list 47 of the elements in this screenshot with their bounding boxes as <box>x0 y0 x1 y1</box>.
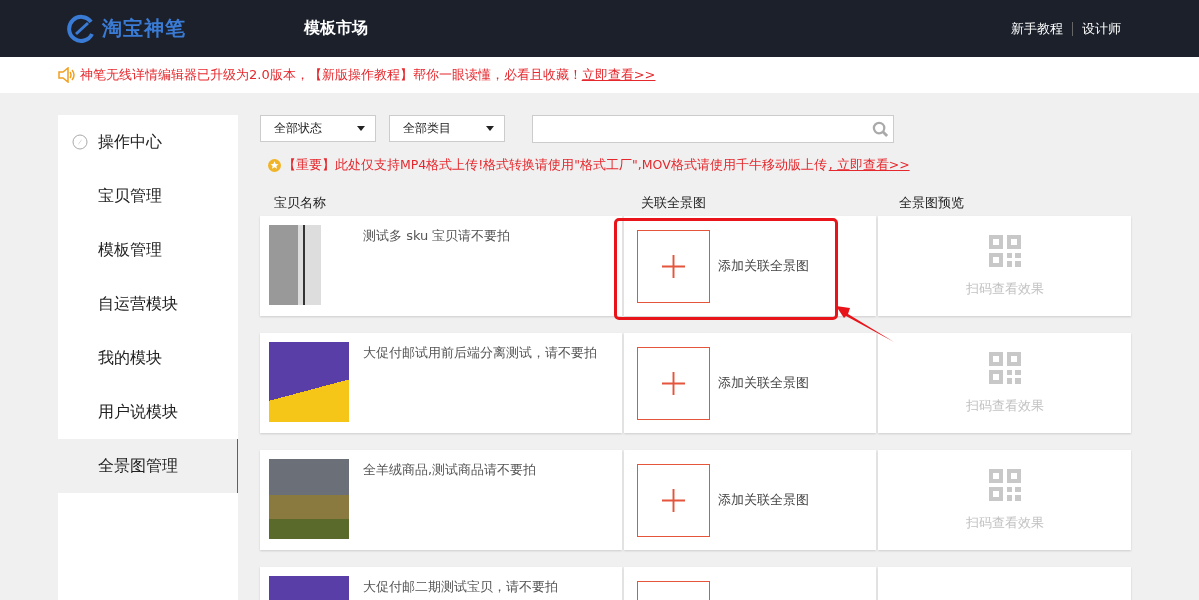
speaker-icon <box>58 67 76 83</box>
notice-text: 神笔无线详情编辑器已升级为2.0版本，【新版操作教程】帮你一眼读懂，必看且收藏！ <box>80 66 582 84</box>
tip-link[interactable]: , 立即查看>> <box>828 157 910 174</box>
add-button[interactable] <box>637 229 710 303</box>
sidebar-item[interactable]: 模板管理 <box>58 223 238 277</box>
add-label[interactable]: 添加关联全景图 <box>718 374 809 392</box>
sidebar-item[interactable]: 操作中心 <box>58 115 238 169</box>
preview-label: 扫码查看效果 <box>965 397 1044 415</box>
search-icon <box>872 120 889 138</box>
add-button[interactable] <box>637 346 710 420</box>
product-name: 大促付邮二期测试宝贝，请不要拍 <box>363 578 558 596</box>
plus-icon <box>662 488 685 512</box>
logo-icon <box>66 13 96 44</box>
product-name: 测试多 sku 宝贝请不要拍 <box>363 227 511 245</box>
qr-code-icon <box>988 351 1021 384</box>
sidebar-item[interactable]: 我的模块 <box>58 331 238 385</box>
add-label[interactable]: 添加关联全景图 <box>718 491 809 509</box>
filter-dropdown[interactable]: 全部类目 <box>389 115 505 142</box>
tip-text: 【重要】此处仅支持MP4格式上传!格式转换请使用"格式工厂",MOV格式请使用千牛移动版上传 <box>283 157 827 174</box>
sidebar-item[interactable]: 自运营模块 <box>58 277 238 331</box>
add-button[interactable] <box>637 463 710 537</box>
qr-code-icon <box>988 468 1021 501</box>
add-label[interactable]: 添加关联全景图 <box>718 257 809 275</box>
brand-name: 淘宝神笔 <box>102 15 186 42</box>
star-icon <box>268 159 281 172</box>
qr-code-icon <box>988 234 1021 267</box>
column-header: 全景图预览 <box>899 194 964 212</box>
plus-icon <box>662 371 685 395</box>
caret-icon <box>357 126 365 131</box>
column-header: 宝贝名称 <box>273 194 327 212</box>
header-link[interactable]: 设计师 <box>1082 19 1121 38</box>
caret-icon <box>486 126 494 131</box>
product-name: 全羊绒商品,测试商品请不要拍 <box>363 461 537 479</box>
nav-title[interactable]: 模板市场 <box>304 18 368 39</box>
preview-label: 扫码查看效果 <box>965 514 1044 532</box>
sidebar-item[interactable]: 宝贝管理 <box>58 169 238 223</box>
compass-icon <box>72 134 88 150</box>
sidebar-item[interactable]: 全景图管理 <box>58 439 238 493</box>
preview-label: 扫码查看效果 <box>965 280 1044 298</box>
product-name: 大促付邮试用前后端分离测试，请不要拍 <box>363 344 597 362</box>
search-field[interactable] <box>532 115 894 143</box>
sidebar-item[interactable]: 用户说模块 <box>58 385 238 439</box>
header-link[interactable]: 新手教程 <box>1011 19 1063 38</box>
column-header: 关联全景图 <box>641 194 707 212</box>
filter-dropdown[interactable]: 全部状态 <box>260 115 376 142</box>
notice-link[interactable]: 立即查看>> <box>581 66 656 84</box>
plus-icon <box>662 254 685 278</box>
